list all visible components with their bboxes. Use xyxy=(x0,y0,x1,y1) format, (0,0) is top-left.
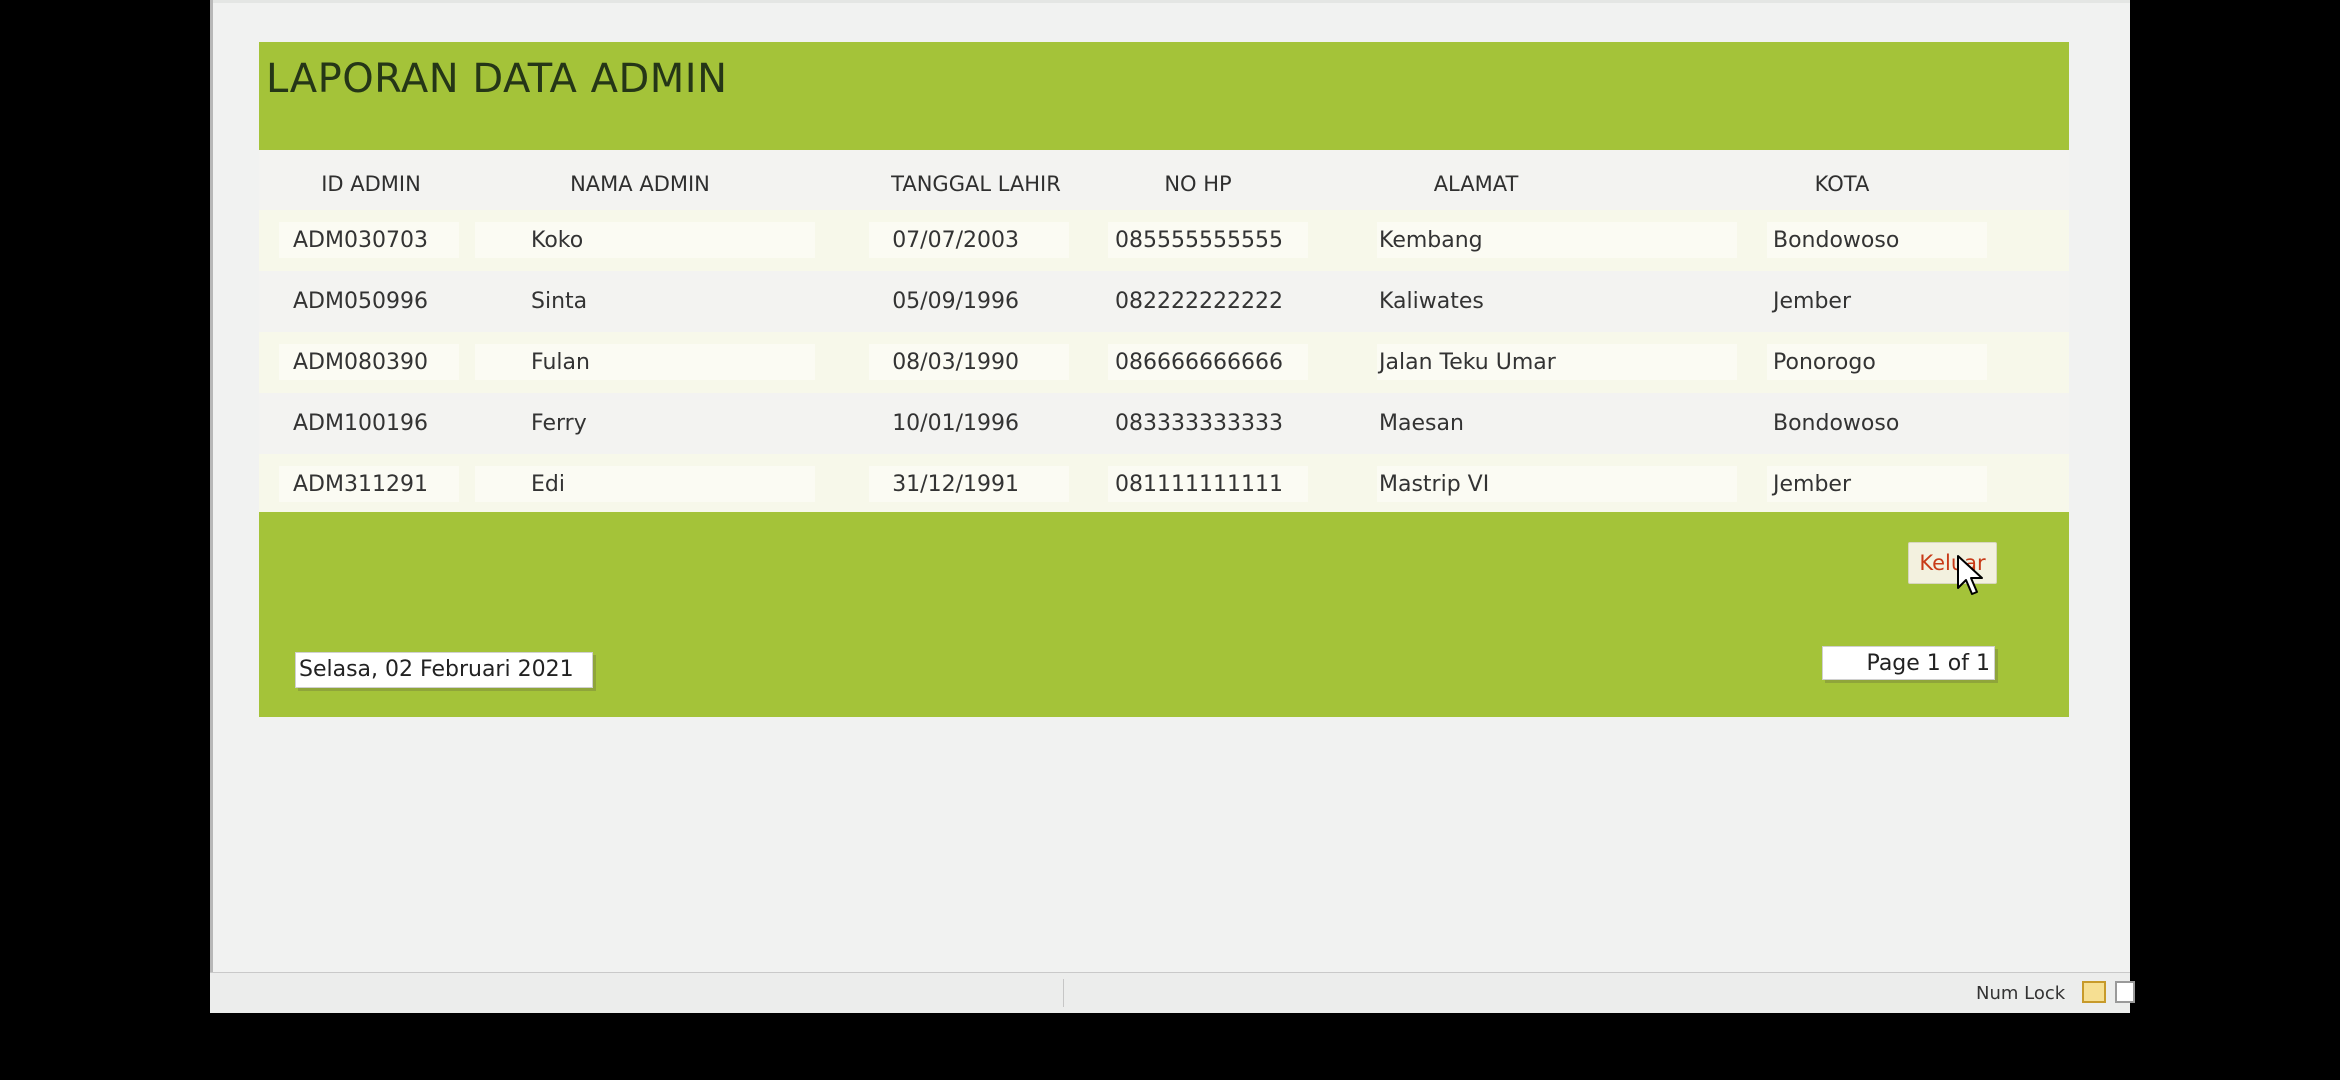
table-row: ADM311291 Edi 31/12/1991 081111111111 Ma… xyxy=(259,454,2069,515)
cell-tanggal: 08/03/1990 xyxy=(892,350,1019,375)
cell-kota: Bondowoso xyxy=(1773,411,1900,436)
cell-nama: Fulan xyxy=(531,350,590,375)
cell-tanggal: 10/01/1996 xyxy=(892,411,1019,436)
status-divider xyxy=(1063,979,1064,1007)
column-headers: ID ADMIN NAMA ADMIN TANGGAL LAHIR NO HP … xyxy=(259,150,2069,210)
column-header-hp: NO HP xyxy=(1164,172,1232,196)
cell-alamat: Jalan Teku Umar xyxy=(1379,350,1556,375)
layout-view-icon[interactable] xyxy=(2115,981,2135,1003)
report-header: LAPORAN DATA ADMIN xyxy=(259,42,2069,150)
column-header-alamat: ALAMAT xyxy=(1433,172,1519,196)
cell-kota: Ponorogo xyxy=(1773,350,1876,375)
cell-alamat: Kaliwates xyxy=(1379,289,1484,314)
cell-id: ADM050996 xyxy=(293,289,428,314)
cell-nama: Koko xyxy=(531,228,584,253)
cell-kota: Jember xyxy=(1773,289,1851,314)
column-header-nama: NAMA ADMIN xyxy=(570,172,710,196)
report-date: Selasa, 02 Februari 2021 xyxy=(295,652,593,688)
report-page: LAPORAN DATA ADMIN ID ADMIN NAMA ADMIN T… xyxy=(259,42,2069,717)
report-rows: ADM030703 Koko 07/07/2003 085555555555 K… xyxy=(259,210,2069,515)
cell-hp: 082222222222 xyxy=(1115,289,1283,314)
cell-hp: 083333333333 xyxy=(1115,411,1283,436)
cell-hp: 085555555555 xyxy=(1115,228,1283,253)
report-title: LAPORAN DATA ADMIN xyxy=(266,56,728,102)
access-report-window: LAPORAN DATA ADMIN ID ADMIN NAMA ADMIN T… xyxy=(210,0,2135,1013)
cell-kota: Bondowoso xyxy=(1773,228,1900,253)
cell-hp: 081111111111 xyxy=(1115,472,1283,497)
cell-nama: Edi xyxy=(531,472,565,497)
table-row: ADM030703 Koko 07/07/2003 085555555555 K… xyxy=(259,210,2069,271)
status-bar: Num Lock xyxy=(210,972,2135,1013)
cell-id: ADM030703 xyxy=(293,228,428,253)
report-view-icon[interactable] xyxy=(2082,981,2106,1003)
cell-id: ADM311291 xyxy=(293,472,428,497)
cell-tanggal: 05/09/1996 xyxy=(892,289,1019,314)
cell-id: ADM100196 xyxy=(293,411,428,436)
column-header-kota: KOTA xyxy=(1814,172,1870,196)
table-row: ADM100196 Ferry 10/01/1996 083333333333 … xyxy=(259,393,2069,454)
cell-id: ADM080390 xyxy=(293,350,428,375)
cell-nama: Ferry xyxy=(531,411,587,436)
cell-alamat: Kembang xyxy=(1379,228,1483,253)
table-row: ADM080390 Fulan 08/03/1990 086666666666 … xyxy=(259,332,2069,393)
cell-tanggal: 31/12/1991 xyxy=(892,472,1019,497)
cell-kota: Jember xyxy=(1773,472,1851,497)
cell-hp: 086666666666 xyxy=(1115,350,1283,375)
column-header-id: ID ADMIN xyxy=(321,172,421,196)
cell-nama: Sinta xyxy=(531,289,588,314)
cell-alamat: Maesan xyxy=(1379,411,1464,436)
window-top-edge xyxy=(210,0,2130,3)
cell-tanggal: 07/07/2003 xyxy=(892,228,1019,253)
window-left-border xyxy=(210,0,213,972)
numlock-indicator: Num Lock xyxy=(1976,983,2066,1004)
report-footer: Keluar Selasa, 02 Februari 2021 Page 1 o… xyxy=(259,512,2069,717)
page-number: Page 1 of 1 xyxy=(1822,646,1995,680)
cursor-arrow-icon xyxy=(1957,555,1983,595)
table-row: ADM050996 Sinta 05/09/1996 082222222222 … xyxy=(259,271,2069,332)
column-header-tanggal: TANGGAL LAHIR xyxy=(891,172,1061,196)
cell-alamat: Mastrip VI xyxy=(1379,472,1490,497)
